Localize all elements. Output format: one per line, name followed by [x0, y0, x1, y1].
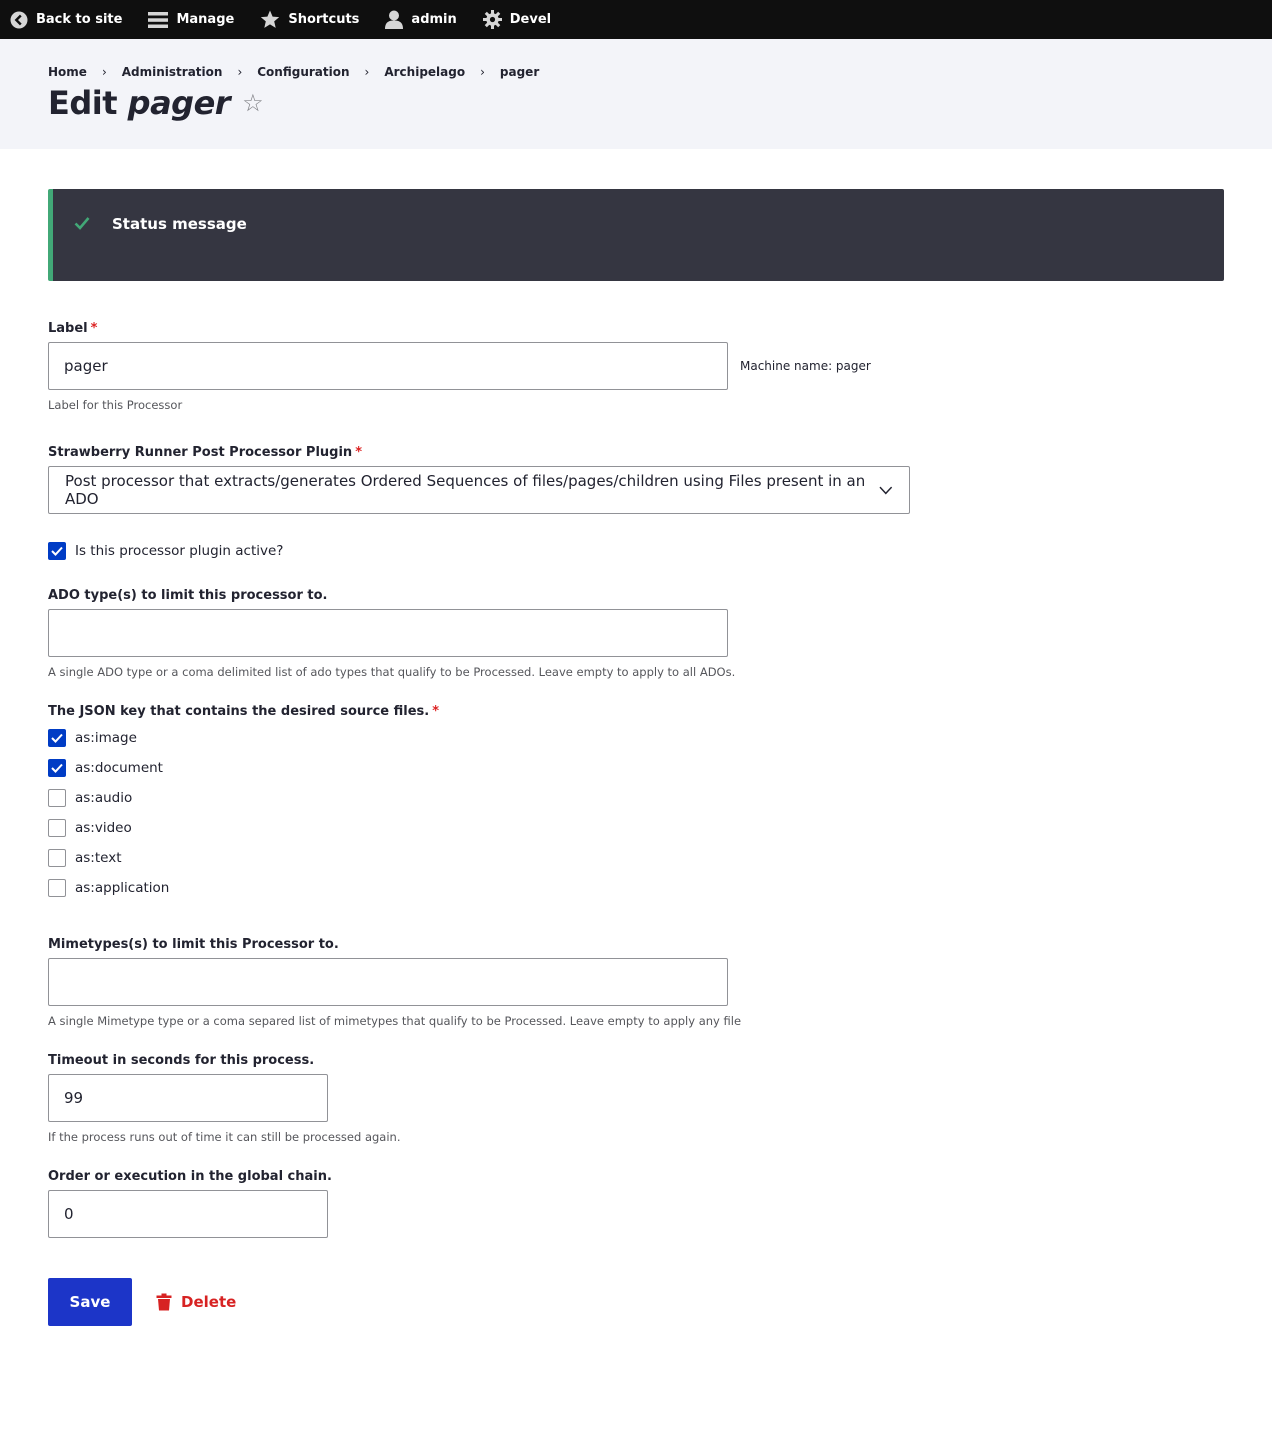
page-title-prefix: Edit [48, 84, 118, 122]
trash-icon [156, 1293, 172, 1311]
label-input[interactable] [48, 342, 728, 390]
main-content: Status message Label* Machine name: page… [0, 149, 1272, 1326]
breadcrumb: Home › Administration › Configuration › … [48, 65, 1224, 79]
json-key-label: The JSON key that contains the desired s… [48, 704, 1224, 719]
json-key-option-video[interactable]: as:video [48, 813, 1224, 843]
checkbox-label: as:document [75, 760, 163, 776]
active-checkbox-row[interactable]: Is this processor plugin active? [48, 536, 1224, 566]
page-title: Edit pager [48, 83, 231, 123]
timeout-description: If the process runs out of time it can s… [48, 1130, 401, 1144]
ado-types-description: A single ADO type or a coma delimited li… [48, 665, 736, 679]
checkmark-icon [74, 217, 90, 230]
breadcrumb-pager[interactable]: pager [500, 65, 539, 79]
gear-icon [482, 10, 502, 29]
plugin-select-value: Post processor that extracts/generates O… [65, 472, 866, 508]
breadcrumb-separator: › [480, 65, 485, 79]
json-key-option-text[interactable]: as:text [48, 843, 1224, 873]
plugin-field: Strawberry Runner Post Processor Plugin *… [48, 445, 1224, 514]
breadcrumb-separator: › [237, 65, 243, 79]
mimetypes-field: Mimetypes(s) to limit this Processor to.… [48, 937, 1224, 1028]
save-button[interactable]: Save [48, 1278, 132, 1326]
toolbar-label: Devel [509, 12, 552, 27]
plugin-field-label: Strawberry Runner Post Processor Plugin * [48, 445, 1224, 460]
active-checkbox[interactable] [48, 542, 66, 560]
checkbox-audio[interactable] [48, 789, 66, 807]
ado-types-field: ADO type(s) to limit this processor to. … [48, 588, 1224, 679]
order-label: Order or execution in the global chain. [48, 1169, 332, 1184]
toolbar-devel[interactable]: Devel [482, 10, 552, 29]
label-title: Label [48, 321, 88, 336]
breadcrumb-separator: › [364, 65, 370, 79]
checkbox-label: as:image [75, 730, 137, 746]
back-arrow-icon [10, 11, 28, 28]
toolbar-label: Manage [176, 12, 235, 27]
json-key-option-image[interactable]: as:image [48, 723, 1224, 753]
checkbox-image[interactable] [48, 729, 66, 747]
checkbox-label: as:video [75, 820, 132, 836]
toolbar-label: Shortcuts [288, 12, 360, 27]
machine-name: Machine name: pager [740, 359, 871, 373]
ado-types-label: ADO type(s) to limit this processor to. [48, 588, 328, 603]
plugin-title: Strawberry Runner Post Processor Plugin [48, 445, 353, 460]
toolbar-label: Back to site [36, 12, 123, 27]
label-field-label: Label * [48, 321, 1224, 336]
required-mark: * [355, 445, 362, 460]
active-field: Is this processor plugin active? [48, 536, 1224, 566]
admin-toolbar: Back to site Manage Shortcuts admin Deve… [0, 0, 1272, 39]
checkbox-label: as:audio [75, 790, 133, 806]
plugin-select[interactable]: Post processor that extracts/generates O… [48, 466, 910, 514]
shortcut-star-icon[interactable]: ☆ [242, 91, 264, 115]
breadcrumb-administration[interactable]: Administration [122, 65, 223, 79]
timeout-field: Timeout in seconds for this process. If … [48, 1053, 1224, 1144]
label-description: Label for this Processor [48, 398, 183, 412]
checkbox-application[interactable] [48, 879, 66, 897]
label-field: Label* Machine name: pager Label for thi… [48, 321, 1224, 412]
checkbox-document[interactable] [48, 759, 66, 777]
ado-types-input[interactable] [48, 609, 728, 657]
mimetypes-input[interactable] [48, 958, 728, 1006]
breadcrumb-configuration[interactable]: Configuration [257, 65, 349, 79]
json-key-option-document[interactable]: as:document [48, 753, 1224, 783]
toolbar-back-to-site[interactable]: Back to site [10, 11, 122, 29]
star-icon [261, 10, 280, 28]
user-icon [385, 10, 404, 29]
toolbar-shortcuts[interactable]: Shortcuts [260, 10, 359, 29]
breadcrumb-separator: › [101, 65, 107, 79]
checkbox-label: as:application [75, 880, 170, 896]
checkbox-label: as:text [75, 850, 122, 866]
json-key-title: The JSON key that contains the desired s… [48, 704, 430, 719]
toolbar-manage[interactable]: Manage [148, 11, 234, 29]
checkbox-video[interactable] [48, 819, 66, 837]
checkmark-icon [51, 733, 63, 743]
timeout-input[interactable] [48, 1074, 328, 1122]
breadcrumb-archipelago[interactable]: Archipelago [384, 65, 465, 79]
timeout-label: Timeout in seconds for this process. [48, 1053, 315, 1068]
checkbox-text[interactable] [48, 849, 66, 867]
status-message: Status message [48, 189, 1224, 281]
json-key-option-audio[interactable]: as:audio [48, 783, 1224, 813]
required-mark: * [432, 704, 440, 719]
delete-label: Delete [181, 1293, 237, 1311]
checkmark-icon [51, 546, 63, 556]
form-actions: Save Delete [48, 1278, 1224, 1326]
page-header: Home › Administration › Configuration › … [0, 39, 1272, 149]
toolbar-label: admin [411, 12, 457, 27]
hamburger-icon [148, 11, 169, 28]
mimetypes-label: Mimetypes(s) to limit this Processor to. [48, 937, 339, 952]
active-checkbox-label: Is this processor plugin active? [75, 543, 284, 559]
order-input[interactable] [48, 1190, 328, 1238]
required-mark: * [90, 321, 98, 336]
page-title-entity: pager [127, 84, 231, 122]
mimetypes-description: A single Mimetype type or a coma separed… [48, 1014, 742, 1028]
breadcrumb-home[interactable]: Home [48, 65, 87, 79]
json-key-field: The JSON key that contains the desired s… [48, 704, 1224, 903]
order-field: Order or execution in the global chain. [48, 1169, 1224, 1238]
checkmark-icon [51, 763, 63, 773]
toolbar-user[interactable]: admin [385, 10, 457, 29]
delete-button[interactable]: Delete [156, 1293, 236, 1311]
json-key-option-application[interactable]: as:application [48, 873, 1224, 903]
status-message-title: Status message [112, 215, 247, 233]
chevron-down-icon [879, 486, 893, 494]
